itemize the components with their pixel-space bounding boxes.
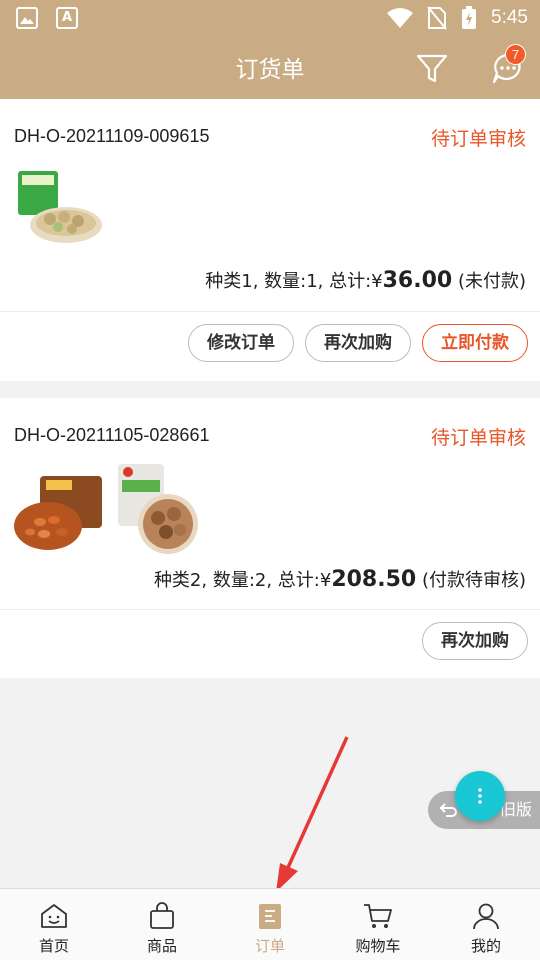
order-id: DH-O-20211105-028661 xyxy=(14,425,210,445)
divider xyxy=(0,311,540,312)
wifi-icon xyxy=(387,8,414,28)
pay-now-button[interactable]: 立即付款 xyxy=(422,324,528,362)
reorder-button[interactable]: 再次加购 xyxy=(422,622,528,660)
order-summary: 种类1, 数量:1, 总计:¥36.00 (未付款) xyxy=(205,267,526,293)
title-bar: 订货单 7 xyxy=(0,36,540,99)
payment-status: (付款待审核) xyxy=(416,570,526,591)
order-id: DH-O-20211109-009615 xyxy=(14,126,210,146)
battery-charging-icon xyxy=(462,6,477,29)
filter-icon[interactable] xyxy=(414,50,450,86)
pecan-product-image[interactable] xyxy=(14,462,104,554)
payment-status: (未付款) xyxy=(452,271,526,292)
order-total: 208.50 xyxy=(331,567,417,592)
order-total: 36.00 xyxy=(382,268,453,293)
currency-symbol: ¥ xyxy=(319,570,332,591)
message-badge: 7 xyxy=(505,44,526,65)
clock: 5:45 xyxy=(491,7,528,28)
bottom-tab-bar: 首页 商品 订单 购物车 我的 xyxy=(0,888,540,960)
modify-order-button[interactable]: 修改订单 xyxy=(188,324,294,362)
vertical-dots-icon xyxy=(478,788,482,804)
order-status: 待订单审核 xyxy=(430,128,526,150)
summary-text: 种类2, 数量:2, 总计: xyxy=(153,570,320,591)
status-bar: A 5:45 xyxy=(0,0,540,36)
no-sim-icon xyxy=(427,6,447,30)
pistachio-product-image[interactable] xyxy=(14,167,104,249)
divider xyxy=(0,609,540,610)
currency-symbol: ¥ xyxy=(371,271,383,292)
a-icon: A xyxy=(56,7,78,29)
tab-cart[interactable]: 购物车 xyxy=(324,889,432,960)
tab-label: 首页 xyxy=(38,937,69,955)
reorder-button[interactable]: 再次加购 xyxy=(305,324,411,362)
tab-profile[interactable]: 我的 xyxy=(432,889,540,960)
order-card[interactable]: DH-O-20211105-028661 待订单审核 种类2, 数量:2, 总计… xyxy=(0,398,540,678)
bag-icon xyxy=(150,902,174,929)
tab-label: 购物车 xyxy=(355,937,401,955)
home-face-icon xyxy=(41,904,67,928)
order-card[interactable]: DH-O-20211109-009615 待订单审核 种类1, 数量:1, 总计… xyxy=(0,99,540,381)
more-fab-button[interactable] xyxy=(455,771,505,821)
cart-icon xyxy=(364,904,392,928)
tab-label: 商品 xyxy=(146,937,177,955)
walnut-product-image[interactable] xyxy=(114,462,204,554)
order-summary: 种类2, 数量:2, 总计:¥208.50 (付款待审核) xyxy=(154,566,526,592)
order-list-icon xyxy=(259,904,281,929)
summary-text: 种类1, 数量:1, 总计: xyxy=(205,271,372,292)
tab-orders[interactable]: 订单 xyxy=(216,889,324,960)
order-status: 待订单审核 xyxy=(430,427,526,449)
tab-home[interactable]: 首页 xyxy=(0,889,108,960)
tab-label: 我的 xyxy=(470,937,501,955)
tab-products[interactable]: 商品 xyxy=(108,889,216,960)
tab-label: 订单 xyxy=(254,937,285,955)
user-icon xyxy=(473,903,499,930)
image-icon xyxy=(16,7,38,29)
page-title: 订货单 xyxy=(235,57,305,83)
